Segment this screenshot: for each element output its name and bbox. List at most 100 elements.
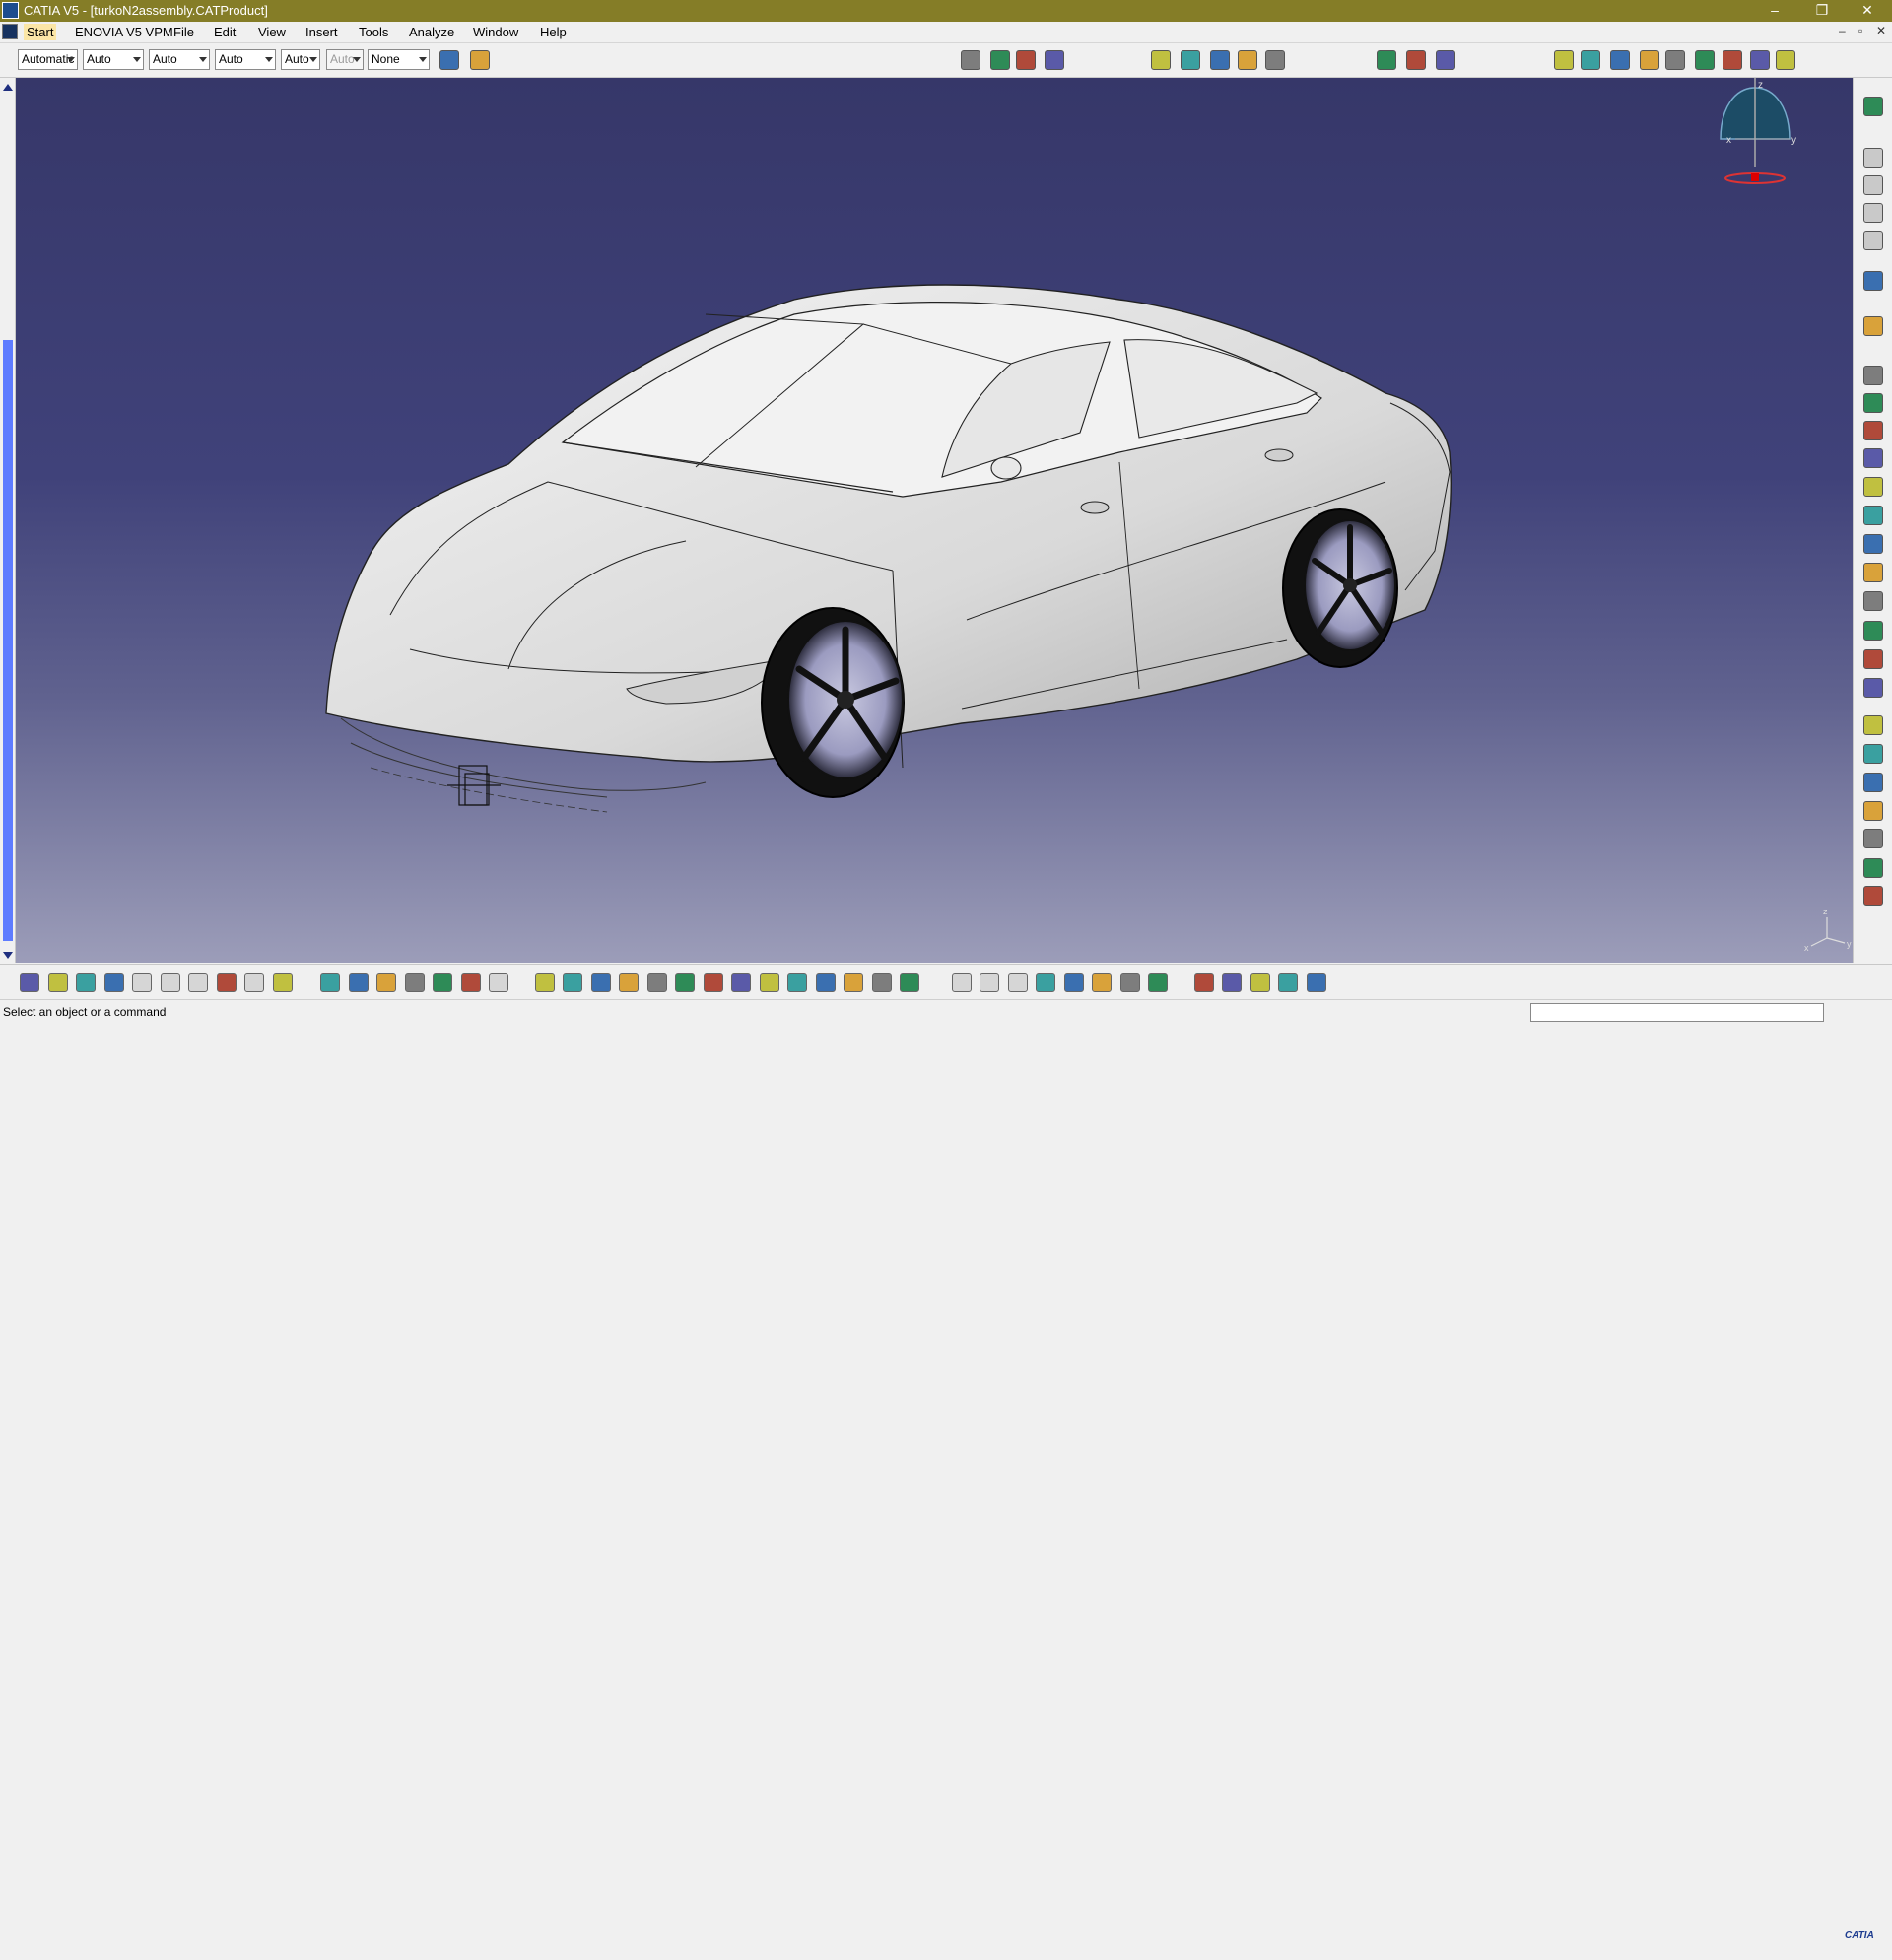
capture-icon[interactable] bbox=[1008, 973, 1028, 992]
offset-icon[interactable] bbox=[1640, 50, 1659, 70]
product-icon[interactable] bbox=[1863, 175, 1883, 195]
grid-icon[interactable] bbox=[1307, 973, 1326, 992]
redo-icon[interactable] bbox=[244, 973, 264, 992]
knowledge-icon[interactable] bbox=[349, 973, 369, 992]
zoom-out-icon[interactable] bbox=[675, 973, 695, 992]
bom-icon[interactable] bbox=[1863, 773, 1883, 792]
zoom-in-icon[interactable] bbox=[647, 973, 667, 992]
compass-icon[interactable]: z x y bbox=[1720, 78, 1796, 184]
smart-move-icon[interactable] bbox=[1863, 448, 1883, 468]
front-wheel[interactable] bbox=[761, 607, 905, 798]
quick-view-icon[interactable] bbox=[731, 973, 751, 992]
fly-mode-icon[interactable] bbox=[535, 973, 555, 992]
hide-show-icon[interactable] bbox=[787, 973, 807, 992]
publication-icon[interactable] bbox=[1863, 477, 1883, 497]
update-all-icon[interactable] bbox=[1148, 973, 1168, 992]
new-icon[interactable] bbox=[20, 973, 39, 992]
distance-icon[interactable] bbox=[1863, 563, 1883, 582]
fix-icon[interactable] bbox=[1695, 50, 1715, 70]
document-icon[interactable] bbox=[2, 24, 18, 39]
scroll-down-arrow[interactable] bbox=[3, 952, 13, 959]
mdi-close-button[interactable]: ✕ bbox=[1876, 24, 1886, 37]
mdi-minimize-button[interactable]: – bbox=[1839, 24, 1846, 37]
light-icon[interactable] bbox=[376, 973, 396, 992]
part-icon[interactable] bbox=[1863, 203, 1883, 223]
menu-analyze[interactable]: Analyze bbox=[406, 24, 457, 40]
save-icon[interactable] bbox=[76, 973, 96, 992]
assembly-constraint-icon[interactable] bbox=[1554, 50, 1574, 70]
flag-note-icon[interactable] bbox=[1210, 50, 1230, 70]
menu-view[interactable]: View bbox=[255, 24, 289, 40]
contact-icon[interactable] bbox=[1610, 50, 1630, 70]
component-icon[interactable] bbox=[1863, 148, 1883, 168]
catalog-icon[interactable] bbox=[961, 50, 980, 70]
line-type-combo[interactable]: Auto bbox=[215, 49, 276, 70]
close-button[interactable]: ✕ bbox=[1845, 0, 1890, 22]
cut-icon[interactable] bbox=[132, 973, 152, 992]
measure-item-icon[interactable] bbox=[952, 973, 972, 992]
paste-icon[interactable] bbox=[188, 973, 208, 992]
update-icon[interactable] bbox=[1750, 50, 1770, 70]
rear-wheel[interactable] bbox=[1282, 508, 1398, 668]
point-type-combo[interactable]: Auto bbox=[281, 49, 320, 70]
angle-icon[interactable] bbox=[1665, 50, 1685, 70]
menu-edit[interactable]: Edit bbox=[211, 24, 238, 40]
macros-icon[interactable] bbox=[433, 973, 452, 992]
restore-button[interactable]: ❐ bbox=[1799, 0, 1845, 22]
fit-all-in-icon[interactable] bbox=[563, 973, 582, 992]
formula-icon[interactable] bbox=[320, 973, 340, 992]
annotation-text-icon[interactable] bbox=[1181, 50, 1200, 70]
painter-brush-icon[interactable] bbox=[439, 50, 459, 70]
measure-between-icon[interactable] bbox=[1151, 50, 1171, 70]
menu-file[interactable]: File bbox=[170, 24, 197, 40]
transparency-combo[interactable]: Auto bbox=[83, 49, 144, 70]
coincidence-icon[interactable] bbox=[1581, 50, 1600, 70]
measure-inertia-icon[interactable] bbox=[980, 973, 999, 992]
send-to-icon[interactable] bbox=[1863, 886, 1883, 906]
sectioning-icon[interactable] bbox=[1863, 534, 1883, 554]
layer-combo[interactable]: None bbox=[368, 49, 430, 70]
view-mode-icon[interactable] bbox=[1436, 50, 1455, 70]
fit-all-icon[interactable] bbox=[1377, 50, 1396, 70]
design-table-icon[interactable] bbox=[461, 973, 481, 992]
menu-insert[interactable]: Insert bbox=[303, 24, 341, 40]
3d-annotation-icon[interactable] bbox=[1238, 50, 1257, 70]
fix-together-icon[interactable] bbox=[1723, 50, 1742, 70]
menu-enovia[interactable]: ENOVIA V5 VPM bbox=[72, 24, 176, 40]
section-icon[interactable] bbox=[1265, 50, 1285, 70]
swap-visible-icon[interactable] bbox=[816, 973, 836, 992]
paint-palette-icon[interactable] bbox=[470, 50, 490, 70]
table-icon[interactable] bbox=[405, 973, 425, 992]
stop-manipulate-icon[interactable] bbox=[1863, 421, 1883, 440]
catia-app-icon[interactable] bbox=[2, 2, 19, 19]
reuse-pattern-icon[interactable] bbox=[1776, 50, 1795, 70]
flexible-icon[interactable] bbox=[1863, 591, 1883, 611]
copy-icon[interactable] bbox=[161, 973, 180, 992]
snap-icon[interactable] bbox=[1863, 97, 1883, 116]
open-icon[interactable] bbox=[48, 973, 68, 992]
existing-icon[interactable] bbox=[1863, 231, 1883, 250]
generate-icon[interactable] bbox=[1120, 973, 1140, 992]
color-combo[interactable]: Automatic bbox=[18, 49, 78, 70]
shading-icon[interactable] bbox=[872, 973, 892, 992]
replace-icon[interactable] bbox=[1863, 649, 1883, 669]
vertical-scrollbar[interactable] bbox=[0, 78, 16, 963]
rotate-icon[interactable] bbox=[619, 973, 639, 992]
select-icon[interactable] bbox=[1863, 271, 1883, 291]
menu-window[interactable]: Window bbox=[470, 24, 521, 40]
render-style-icon[interactable] bbox=[844, 973, 863, 992]
mdi-restore-button[interactable]: ▫ bbox=[1858, 24, 1862, 37]
minimize-button[interactable]: – bbox=[1752, 0, 1797, 22]
generate-numbering-icon[interactable] bbox=[1863, 678, 1883, 698]
product-management-icon[interactable] bbox=[990, 50, 1010, 70]
menu-start[interactable]: Start bbox=[24, 24, 57, 40]
menu-help[interactable]: Help bbox=[537, 24, 570, 40]
move-compass-icon[interactable] bbox=[1064, 973, 1084, 992]
undo-icon[interactable] bbox=[217, 973, 236, 992]
catalog-browser-icon[interactable] bbox=[1863, 801, 1883, 821]
tree-expand-icon[interactable] bbox=[1222, 973, 1242, 992]
normal-view-icon[interactable] bbox=[704, 973, 723, 992]
scroll-up-arrow[interactable] bbox=[3, 84, 13, 91]
existing-component-icon[interactable] bbox=[1045, 50, 1064, 70]
manipulate-icon[interactable] bbox=[1863, 316, 1883, 336]
